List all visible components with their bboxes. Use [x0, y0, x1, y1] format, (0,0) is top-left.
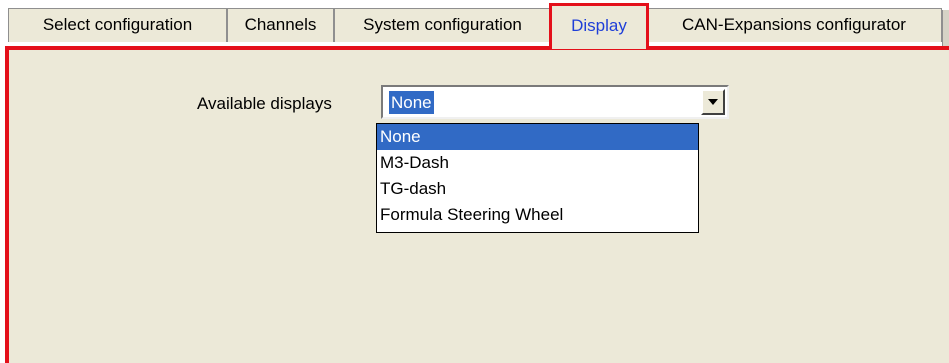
tab-channels[interactable]: Channels [227, 8, 334, 42]
dropdown-option-tg-dash[interactable]: TG-dash [377, 176, 698, 202]
chevron-down-icon [708, 99, 718, 105]
available-displays-label: Available displays [197, 94, 332, 113]
available-displays-combobox[interactable]: None [381, 85, 729, 119]
combobox-selected-value: None [389, 91, 434, 114]
tab-select-configuration[interactable]: Select configuration [8, 8, 227, 42]
display-tab-panel: Available displays None None M3-Dash TG-… [5, 46, 949, 363]
configuration-window: Select configuration Channels System con… [0, 0, 949, 363]
dropdown-option-formula-steering-wheel[interactable]: Formula Steering Wheel [377, 202, 698, 228]
tab-scroll-edge [942, 10, 949, 48]
dropdown-button[interactable] [701, 89, 725, 115]
tab-display[interactable]: Display [549, 3, 649, 49]
available-displays-dropdown-list: None M3-Dash TG-dash Formula Steering Wh… [376, 123, 699, 233]
tab-strip: Select configuration Channels System con… [0, 0, 949, 49]
tab-system-configuration[interactable]: System configuration [334, 8, 551, 42]
dropdown-option-m3-dash[interactable]: M3-Dash [377, 150, 698, 176]
tab-can-expansions-configurator[interactable]: CAN-Expansions configurator [646, 8, 942, 42]
dropdown-option-none[interactable]: None [377, 124, 698, 150]
